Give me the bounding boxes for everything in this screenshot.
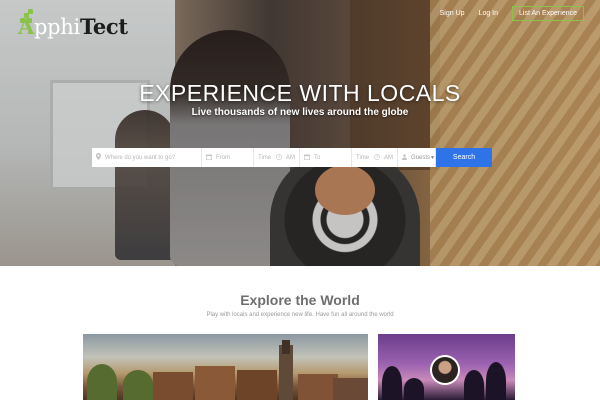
destination-field[interactable]: Where do you want to go? <box>92 148 202 167</box>
clock-icon <box>374 153 380 162</box>
to-date-field[interactable]: To <box>300 148 352 167</box>
list-experience-button[interactable]: List An Experience <box>512 6 584 21</box>
from-time-field[interactable]: Time AM <box>254 148 300 167</box>
location-pin-icon <box>96 153 101 162</box>
site-header: ApphiTect Sign Up Log In List An Experie… <box>0 0 600 40</box>
sign-up-link[interactable]: Sign Up <box>440 10 465 17</box>
to-label: To <box>314 154 321 161</box>
logo-mark-icon <box>8 9 33 37</box>
explore-subtitle: Play with locals and experience new life… <box>206 312 394 318</box>
calendar-icon <box>206 154 212 162</box>
chevron-down-icon: ▼ <box>430 154 435 161</box>
search-button[interactable]: Search <box>436 148 492 167</box>
guests-select[interactable]: Guests ▼ <box>398 148 436 167</box>
to-time-field[interactable]: Time AM <box>352 148 398 167</box>
guests-label: Guests <box>411 154 431 161</box>
page: ApphiTect Sign Up Log In List An Experie… <box>0 0 600 400</box>
to-time-label: Time <box>356 154 370 161</box>
apphitect-logo[interactable]: ApphiTect <box>8 8 128 38</box>
log-in-link[interactable]: Log In <box>479 10 498 17</box>
person-icon <box>402 153 407 162</box>
top-nav: Sign Up Log In List An Experience <box>440 6 584 21</box>
calendar-icon <box>304 154 310 162</box>
from-time-label: Time <box>258 154 272 161</box>
explore-title: Explore the World <box>240 292 360 308</box>
from-ampm: AM <box>286 154 295 161</box>
from-date-field[interactable]: From <box>202 148 254 167</box>
destination-placeholder: Where do you want to go? <box>105 154 176 161</box>
clock-icon <box>276 153 282 162</box>
hero-title: EXPERIENCE WITH LOCALS <box>139 80 461 106</box>
to-ampm: AM <box>384 154 393 161</box>
destination-card-city[interactable] <box>83 334 368 400</box>
search-bar: Where do you want to go? From Time AM To… <box>92 148 492 167</box>
hero-subtitle: Live thousands of new lives around the g… <box>191 107 409 118</box>
hero-banner: ApphiTect Sign Up Log In List An Experie… <box>0 0 600 266</box>
host-avatar[interactable] <box>430 355 460 385</box>
from-label: From <box>216 154 230 161</box>
